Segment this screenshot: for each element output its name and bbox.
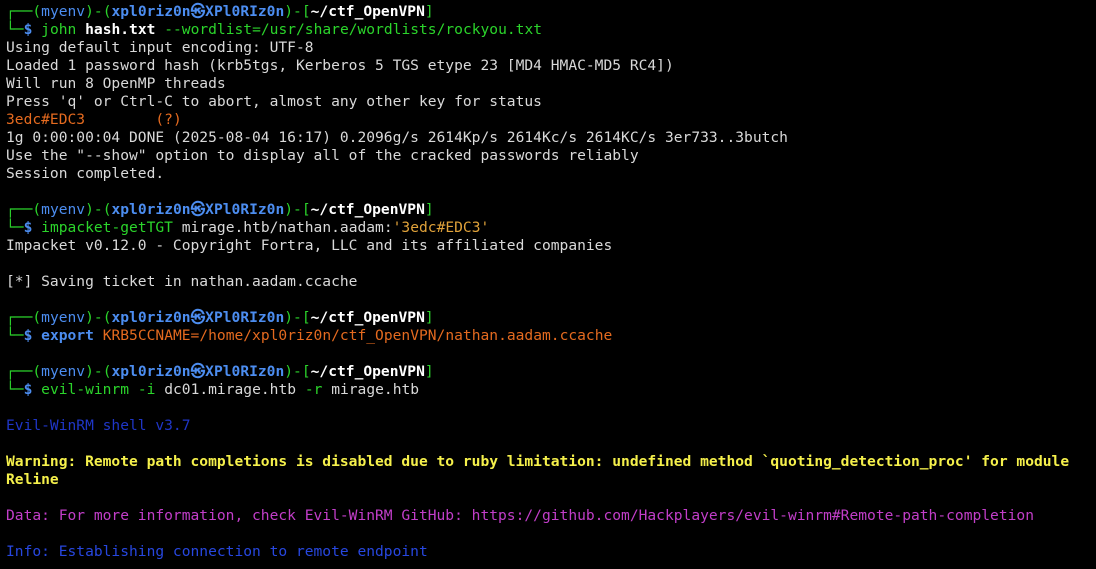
warning-message: Warning: Remote path completions is disa… — [6, 453, 1078, 488]
output-line: [*] Saving ticket in nathan.aadam.ccache — [6, 273, 358, 290]
command-program: impacket-getTGT — [41, 219, 173, 236]
output-line: Press 'q' or Ctrl-C to abort, almost any… — [6, 93, 542, 110]
prompt-line-top: ┌──(myenv)-(xpl0riz0n㉿XPl0RIz0n)-[~/ctf_… — [6, 201, 434, 218]
terminal-window[interactable]: ┌──(myenv)-(xpl0riz0n㉿XPl0RIz0n)-[~/ctf_… — [0, 0, 1096, 569]
command-program: evil-winrm — [41, 381, 130, 398]
command-line: └─$ john hash.txt --wordlist=/usr/share/… — [6, 21, 543, 38]
output-line: Using default input encoding: UTF-8 — [6, 39, 314, 56]
command-line: └─$ impacket-getTGT mirage.htb/nathan.aa… — [6, 219, 490, 236]
cracked-password-line: 3edc#EDC3 (?) — [6, 111, 182, 128]
prompt-line-top: ┌──(myenv)-(xpl0riz0n㉿XPl0RIz0n)-[~/ctf_… — [6, 309, 434, 326]
command-program: john — [41, 21, 77, 38]
output-line: Use the "--show" option to display all o… — [6, 147, 639, 164]
output-line: 1g 0:00:00:04 DONE (2025-08-04 16:17) 0.… — [6, 129, 788, 146]
output-line: Session completed. — [6, 165, 165, 182]
prompt-line-top: ┌──(myenv)-(xpl0riz0n㉿XPl0RIz0n)-[~/ctf_… — [6, 3, 434, 20]
prompt-line-top: ┌──(myenv)-(xpl0riz0n㉿XPl0RIz0n)-[~/ctf_… — [6, 363, 434, 380]
output-line: Impacket v0.12.0 - Copyright Fortra, LLC… — [6, 237, 613, 254]
command-keyword: export — [41, 327, 94, 344]
command-line: └─$ evil-winrm -i dc01.mirage.htb -r mir… — [6, 381, 420, 398]
output-line: Will run 8 OpenMP threads — [6, 75, 226, 92]
output-line: Loaded 1 password hash (krb5tgs, Kerbero… — [6, 57, 674, 74]
command-line: └─$ export KRB5CCNAME=/home/xpl0riz0n/ct… — [6, 327, 613, 344]
evil-winrm-banner: Evil-WinRM shell v3.7 — [6, 417, 191, 434]
data-message: Data: For more information, check Evil-W… — [6, 507, 1034, 524]
info-message: Info: Establishing connection to remote … — [6, 543, 428, 560]
